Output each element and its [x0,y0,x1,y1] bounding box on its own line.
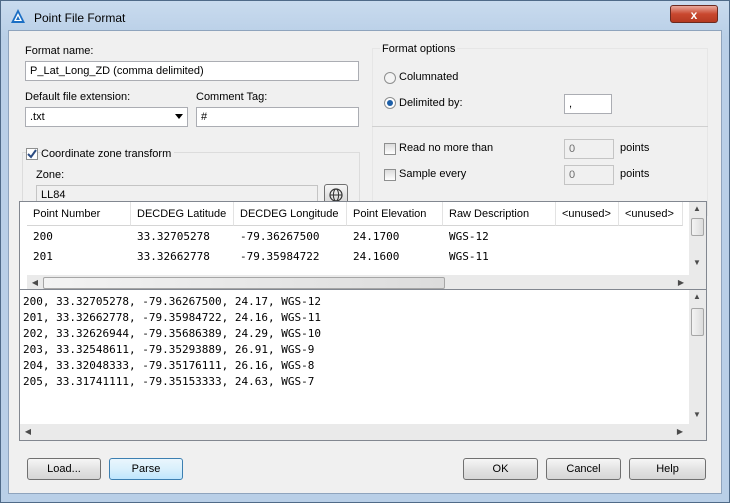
grid-cell[interactable]: 201 [27,247,53,267]
scroll-left-icon[interactable]: ◀ [20,427,36,436]
zone-label: Zone: [36,169,65,181]
extension-dropdown[interactable]: .txt [25,107,188,127]
grid-cell[interactable]: WGS-12 [443,227,489,247]
read-no-more-checkbox[interactable] [384,143,396,155]
scroll-down-icon[interactable]: ▼ [689,410,705,419]
format-options-title: Format options [380,43,458,55]
columnated-radio[interactable] [384,72,396,84]
sample-points-label: points [620,168,650,180]
grid-cell[interactable]: WGS-11 [443,247,489,267]
column-header[interactable]: Raw Description [443,202,556,226]
scroll-down-icon[interactable]: ▼ [689,258,705,267]
column-grid[interactable]: Point Number DECDEG Latitude DECDEG Long… [19,201,707,292]
column-header[interactable]: <unused> [619,202,683,226]
preview-line: 203, 33.32548611, -79.35293889, 26.91, W… [23,343,315,356]
delimiter-input[interactable]: , [564,94,612,114]
divider [372,126,708,127]
format-name-input[interactable]: P_Lat_Long_ZD (comma delimited) [25,61,359,81]
format-name-label: Format name: [25,45,94,57]
extension-label: Default file extension: [25,91,131,103]
sample-every-checkbox[interactable] [384,169,396,181]
read-no-more-label: Read no more than [399,142,494,154]
read-no-more-input[interactable]: 0 [564,139,614,159]
scroll-right-icon[interactable]: ▶ [672,427,688,436]
columnated-label: Columnated [399,71,459,83]
extension-value: .txt [30,111,45,123]
zone-transform-checkbox[interactable] [26,148,38,160]
help-button[interactable]: Help [629,458,706,480]
scroll-up-icon[interactable]: ▲ [689,204,705,213]
window-title: Point File Format [34,11,126,25]
scroll-thumb[interactable] [691,218,704,236]
column-header[interactable]: DECDEG Latitude [131,202,234,226]
preview-line: 205, 33.31741111, -79.35153333, 24.63, W… [23,375,315,388]
scroll-thumb[interactable] [43,277,445,289]
comment-tag-input[interactable]: # [196,107,359,127]
grid-vertical-scrollbar[interactable]: ▲ ▼ [689,202,706,291]
scroll-up-icon[interactable]: ▲ [689,292,705,301]
globe-icon [329,188,343,202]
scroll-right-icon[interactable]: ▶ [673,278,689,287]
grid-cell[interactable]: -79.35984722 [234,247,319,267]
column-header[interactable]: <unused> [556,202,619,226]
cancel-button[interactable]: Cancel [546,458,621,480]
title-bar[interactable]: Point File Format x [0,0,730,34]
delimited-label: Delimited by: [399,97,463,109]
scroll-thumb[interactable] [691,308,704,336]
load-button[interactable]: Load... [27,458,101,480]
column-header[interactable]: Point Elevation [347,202,443,226]
preview-text-area[interactable]: 200, 33.32705278, -79.36267500, 24.17, W… [19,289,707,441]
preview-vertical-scrollbar[interactable]: ▲ ▼ [689,290,706,424]
preview-line: 201, 33.32662778, -79.35984722, 24.16, W… [23,311,322,324]
column-header[interactable]: DECDEG Longitude [234,202,347,226]
comment-tag-label: Comment Tag: [196,91,268,103]
sample-every-label: Sample every [399,168,467,180]
sample-every-input[interactable]: 0 [564,165,614,185]
grid-cell[interactable]: 200 [27,227,53,247]
grid-cell[interactable]: -79.36267500 [234,227,319,247]
column-header[interactable]: Point Number [27,202,131,226]
grid-cell[interactable]: 24.1600 [347,247,399,267]
preview-line: 202, 33.32626944, -79.35686389, 24.29, W… [23,327,322,340]
delimited-radio[interactable] [384,97,396,109]
preview-line: 204, 33.32048333, -79.35176111, 26.16, W… [23,359,315,372]
checkmark-icon [27,149,37,159]
ok-button[interactable]: OK [463,458,538,480]
chevron-down-icon [175,114,183,119]
scroll-left-icon[interactable]: ◀ [27,278,43,287]
close-button[interactable]: x [670,5,718,23]
grid-cell[interactable]: 33.32662778 [131,247,210,267]
read-points-label: points [620,142,650,154]
zone-transform-label: Coordinate zone transform [41,148,175,160]
preview-horizontal-scrollbar[interactable]: ◀ ▶ [20,424,706,440]
parse-button[interactable]: Parse [109,458,183,480]
autocad-app-icon [11,9,25,23]
preview-line: 200, 33.32705278, -79.36267500, 24.17, W… [23,295,322,308]
grid-cell[interactable]: 24.1700 [347,227,399,247]
grid-cell[interactable]: 33.32705278 [131,227,210,247]
